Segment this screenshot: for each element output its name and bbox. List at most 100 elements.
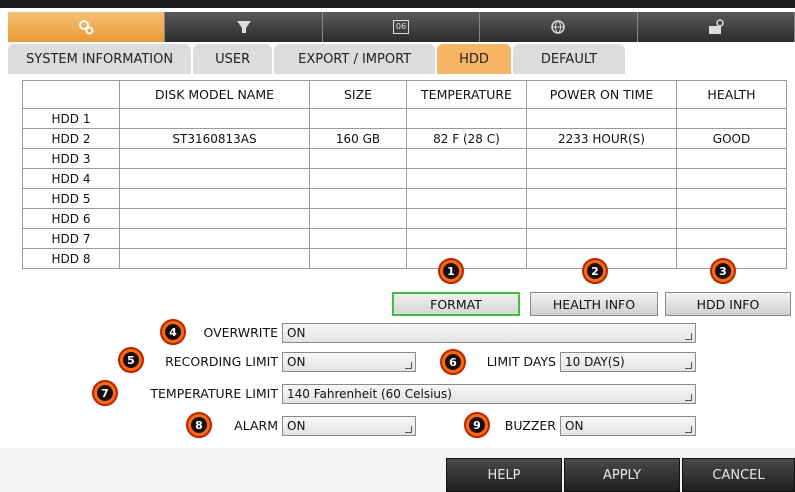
table-row[interactable]: HDD 7 [22, 228, 787, 249]
cancel-button[interactable]: CANCEL [682, 458, 795, 492]
tab-system-information[interactable]: SYSTEM INFORMATION [8, 44, 192, 74]
buzzer-select[interactable]: ON [560, 416, 696, 436]
table-row[interactable]: HDD 3 [22, 148, 787, 169]
dropdown-grip-icon [685, 362, 692, 369]
disk-model-cell [119, 168, 310, 189]
power-on-time-cell [526, 188, 677, 209]
size-cell [309, 228, 407, 249]
health-cell [676, 168, 787, 189]
dropdown-grip-icon [685, 394, 692, 401]
health-cell [676, 228, 787, 249]
disk-model-cell [119, 208, 310, 229]
temperature-cell: 82 F (28 C) [406, 128, 527, 149]
callout-badge-5: 5 [118, 347, 144, 373]
alarm-label: ALARM [234, 418, 278, 433]
recording-limit-select[interactable]: ON [282, 352, 416, 372]
buzzer-label: BUZZER [504, 418, 556, 433]
overwrite-label: OVERWRITE [203, 325, 278, 340]
power-on-time-cell [526, 228, 677, 249]
size-cell [309, 108, 407, 129]
format-button[interactable]: FORMAT [392, 292, 520, 316]
hdd-name-cell: HDD 1 [22, 108, 120, 129]
recording-limit-value: ON [287, 355, 306, 369]
health-cell [676, 208, 787, 229]
overwrite-value: ON [287, 326, 306, 340]
disk-model-cell [119, 108, 310, 129]
hdd-name-cell: HDD 8 [22, 248, 120, 269]
health-cell [676, 108, 787, 129]
hdd-name-cell: HDD 6 [22, 208, 120, 229]
tab-schedule[interactable]: 06 [322, 12, 481, 42]
disk-model-cell [119, 228, 310, 249]
disk-model-cell [119, 148, 310, 169]
hdd-name-cell: HDD 2 [22, 128, 120, 149]
disk-model-cell [119, 188, 310, 209]
disk-model-cell: ST3160813AS [119, 128, 310, 149]
callout-badge-9: 9 [464, 412, 490, 438]
limit-days-select[interactable]: 10 DAY(S) [560, 352, 696, 372]
column-header-health: HEALTH [676, 80, 787, 109]
table-row[interactable]: HDD 5 [22, 188, 787, 209]
power-on-time-cell [526, 108, 677, 129]
tab-system[interactable] [8, 12, 166, 42]
power-on-time-cell [526, 168, 677, 189]
size-cell [309, 188, 407, 209]
buzzer-value: ON [565, 419, 584, 433]
size-cell [309, 248, 407, 269]
table-row[interactable]: HDD 2 ST3160813AS 160 GB 82 F (28 C) 223… [22, 128, 787, 149]
table-header-row: DISK MODEL NAME SIZE TEMPERATURE POWER O… [22, 80, 787, 109]
tab-default[interactable]: DEFAULT [512, 44, 626, 74]
temperature-cell [406, 248, 527, 269]
tab-record[interactable] [165, 12, 323, 42]
alarm-select[interactable]: ON [282, 416, 416, 436]
table-row[interactable]: HDD 6 [22, 208, 787, 229]
hdd-name-cell: HDD 7 [22, 228, 120, 249]
callout-badge-8: 8 [186, 412, 212, 438]
temperature-cell [406, 148, 527, 169]
callout-badge-1: 1 [438, 258, 464, 284]
tab-network[interactable] [480, 12, 638, 42]
overwrite-select[interactable]: ON [282, 323, 696, 343]
callout-badge-7: 7 [92, 380, 118, 406]
temperature-limit-label: TEMPERATURE LIMIT [150, 386, 278, 401]
temperature-limit-select[interactable]: 140 Fahrenheit (60 Celsius) [282, 384, 696, 404]
dropdown-grip-icon [405, 362, 412, 369]
column-header-power-on-time: POWER ON TIME [526, 80, 677, 109]
column-header-temperature: TEMPERATURE [406, 80, 527, 109]
temperature-cell [406, 168, 527, 189]
dropdown-grip-icon [405, 426, 412, 433]
hdd-name-cell: HDD 4 [22, 168, 120, 189]
temperature-cell [406, 108, 527, 129]
tab-hdd[interactable]: HDD [437, 44, 511, 74]
hdd-info-button[interactable]: HDD INFO [665, 292, 791, 316]
globe-icon [551, 20, 566, 34]
table-row[interactable]: HDD 8 [22, 248, 787, 269]
alarm-value: ON [287, 419, 306, 433]
hdd-name-cell: HDD 5 [22, 188, 120, 209]
callout-badge-3: 3 [710, 258, 736, 284]
disk-model-cell [119, 248, 310, 269]
help-button[interactable]: HELP [446, 458, 562, 492]
health-cell: GOOD [676, 128, 787, 149]
funnel-icon [236, 21, 251, 33]
power-on-time-cell [526, 148, 677, 169]
tab-camera[interactable] [637, 12, 795, 42]
table-row[interactable]: HDD 1 [22, 108, 787, 129]
health-info-button[interactable]: HEALTH INFO [530, 292, 658, 316]
size-cell [309, 208, 407, 229]
camera-icon [708, 19, 724, 34]
size-cell: 160 GB [309, 128, 407, 149]
dropdown-grip-icon [685, 333, 692, 340]
recording-limit-label: RECORDING LIMIT [165, 354, 278, 369]
apply-button[interactable]: APPLY [564, 458, 680, 492]
temperature-cell [406, 188, 527, 209]
size-cell [309, 148, 407, 169]
category-tab-bar: 06 [8, 12, 795, 42]
power-on-time-cell [526, 208, 677, 229]
tab-export-import[interactable]: EXPORT / IMPORT [274, 44, 436, 74]
dropdown-grip-icon [685, 426, 692, 433]
tab-user[interactable]: USER [193, 44, 273, 74]
health-cell [676, 188, 787, 209]
table-row[interactable]: HDD 4 [22, 168, 787, 189]
temperature-cell [406, 208, 527, 229]
